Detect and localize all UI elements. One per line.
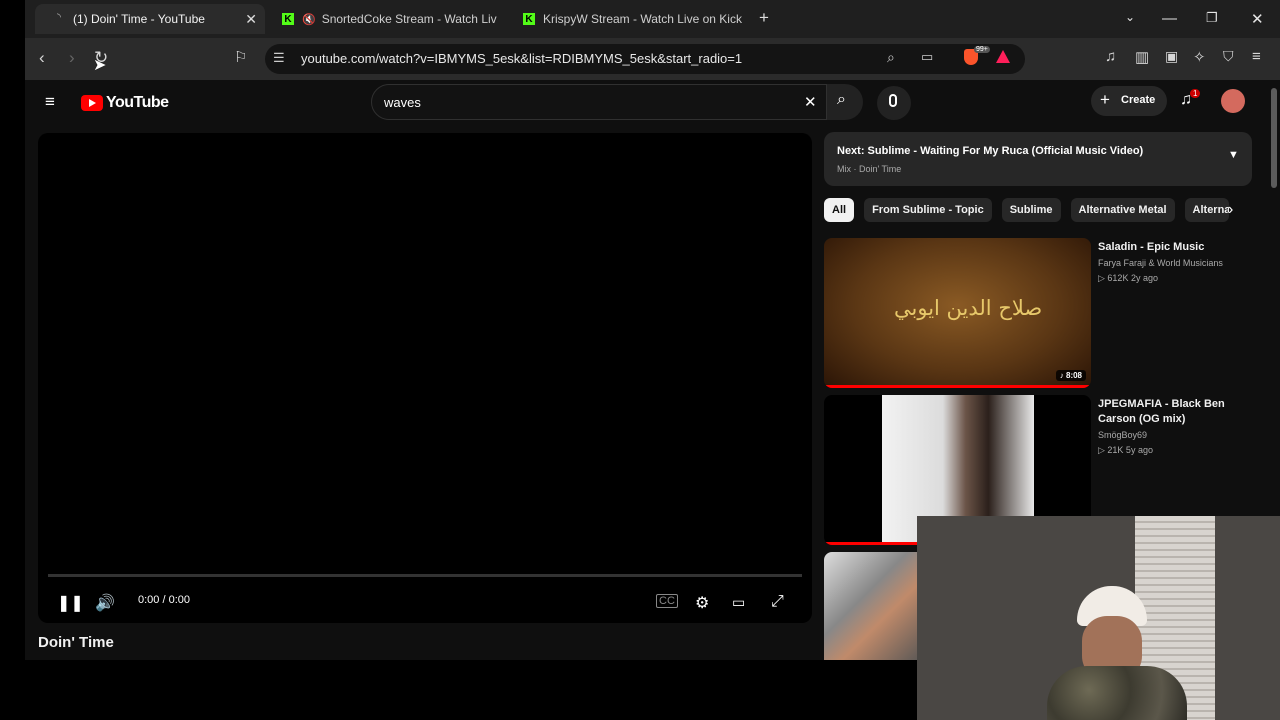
expand-chevron-icon[interactable]: ▼	[1228, 149, 1239, 161]
minimize-icon[interactable]: —	[1162, 10, 1177, 27]
video-thumbnail[interactable]	[824, 552, 924, 660]
hamburger-menu-icon[interactable]: ≡	[45, 92, 55, 112]
next-subtitle: Mix · Doin' Time	[837, 164, 902, 174]
filter-chips: All From Sublime - Topic Sublime Alterna…	[824, 198, 1229, 222]
address-bar[interactable]: ☰ youtube.com/watch?v=IBMYMS_5esk&list=R…	[265, 44, 1025, 74]
youtube-logo[interactable]: YouTube	[81, 94, 169, 112]
webcam-overlay	[917, 516, 1280, 720]
duration-badge: ♪ 8:08	[1055, 370, 1086, 381]
video-player[interactable]: ❚❚ 🔊 0:00 / 0:00 CC ⚙ ▭ ⤢	[38, 133, 812, 623]
clear-search-icon[interactable]: ✕	[804, 93, 817, 111]
brave-rewards-icon[interactable]	[996, 50, 1010, 63]
tab-title: KrispyW Stream - Watch Live on Kick	[543, 12, 742, 26]
tab-krispyw[interactable]: K KrispyW Stream - Watch Live on Kick	[523, 4, 743, 34]
video-title: Saladin - Epic Music	[1098, 241, 1205, 253]
tab-bar: ◝ (1) Doin' Time - YouTube ✕ K 🔇 Snorted…	[25, 0, 1280, 38]
screen: ◝ (1) Doin' Time - YouTube ✕ K 🔇 Snorted…	[0, 0, 1280, 720]
search-button[interactable]: ⌕	[827, 84, 863, 120]
notification-count: 1	[1190, 89, 1201, 98]
streamer-shirt	[1047, 666, 1187, 720]
recommendation-card[interactable]: صلاح الدين ايوبي ♪ 8:08 Saladin - Epic M…	[824, 238, 1254, 390]
next-title: Next: Sublime - Waiting For My Ruca (Off…	[837, 145, 1144, 157]
youtube-play-icon	[81, 95, 103, 111]
up-next-panel[interactable]: Next: Sublime - Waiting For My Ruca (Off…	[824, 132, 1252, 186]
create-label: Create	[1121, 94, 1156, 106]
search-box[interactable]: waves ✕	[371, 84, 827, 120]
back-arrow-icon[interactable]: ‹	[39, 48, 45, 68]
video-title: Doin' Time	[38, 634, 114, 651]
site-info-icon[interactable]: ☰	[273, 50, 285, 66]
browser-toolbar: ‹ › ↻ ⚐ ☰ youtube.com/watch?v=IBMYMS_5es…	[25, 38, 1280, 80]
zoom-icon[interactable]: ⌕	[887, 49, 895, 66]
settings-gear-icon[interactable]: ⚙	[695, 593, 709, 613]
channel-name: SmögBoy69	[1098, 430, 1148, 440]
tab-snortedcoke[interactable]: K 🔇 SnortedCoke Stream - Watch Live	[282, 4, 497, 34]
muted-icon: 🔇	[302, 13, 316, 26]
chip-sublime[interactable]: Sublime	[1001, 198, 1061, 222]
captions-icon[interactable]: CC	[656, 594, 678, 608]
voice-search-button[interactable]	[877, 86, 911, 120]
create-button[interactable]: + Create	[1091, 86, 1167, 116]
watch-progress	[824, 385, 1091, 388]
chip-alternative[interactable]: Alterna	[1184, 198, 1229, 222]
volume-icon[interactable]: 🔊	[95, 593, 115, 613]
leo-ai-icon[interactable]: ✧	[1193, 48, 1206, 66]
loading-spinner-icon: ◝	[57, 12, 61, 23]
restore-icon[interactable]: ❐	[1206, 10, 1218, 26]
thumbnail-calligraphy: صلاح الدين ايوبي	[894, 296, 1043, 320]
plus-icon: +	[1100, 90, 1110, 109]
microphone-icon	[889, 94, 897, 107]
tab-title: SnortedCoke Stream - Watch Live	[321, 12, 497, 26]
video-stats: ▷ 612K 2y ago	[1098, 273, 1158, 283]
mouse-cursor-icon: ➤	[93, 57, 107, 74]
media-icon[interactable]: ♫	[1105, 48, 1116, 65]
tab-title: (1) Doin' Time - YouTube	[73, 12, 205, 26]
progress-bar[interactable]	[48, 574, 802, 577]
time-display: 0:00 / 0:00	[138, 594, 190, 606]
chip-alternative-metal[interactable]: Alternative Metal	[1070, 198, 1175, 222]
video-title: JPEGMAFIA - Black Ben Carson (OG mix)	[1098, 398, 1225, 425]
close-window-icon[interactable]: ✕	[1251, 10, 1264, 28]
menu-icon[interactable]: ≡	[1252, 48, 1261, 65]
search-input[interactable]: waves	[384, 95, 421, 110]
theater-mode-icon[interactable]: ▭	[732, 594, 745, 611]
sidebar-icon[interactable]: ▥	[1135, 48, 1149, 66]
youtube-wordmark: YouTube	[106, 94, 169, 111]
video-stats: ▷ 21K 5y ago	[1098, 445, 1153, 455]
page-scrollbar[interactable]	[1271, 88, 1277, 188]
search-icon: ⌕	[837, 91, 846, 108]
kick-logo-icon: K	[282, 13, 294, 25]
url-text: youtube.com/watch?v=IBMYMS_5esk&list=RDI…	[301, 51, 743, 66]
avatar[interactable]	[1221, 89, 1245, 113]
wallet-icon[interactable]: ▣	[1165, 48, 1178, 65]
video-thumbnail[interactable]: صلاح الدين ايوبي ♪ 8:08	[824, 238, 1091, 388]
tab-youtube[interactable]: ◝ (1) Doin' Time - YouTube ✕	[35, 4, 265, 34]
kick-logo-icon: K	[523, 13, 535, 25]
forward-arrow-icon[interactable]: ›	[69, 48, 75, 68]
extension-badge: 99+	[974, 46, 990, 53]
bookmark-icon[interactable]: ⚐	[234, 48, 247, 66]
tab-search-icon[interactable]: ⌄	[1125, 10, 1135, 24]
new-tab-icon[interactable]: +	[759, 8, 769, 28]
channel-name: Farya Faraji & World Musicians	[1098, 258, 1223, 268]
vpn-icon[interactable]: ⛉	[1223, 48, 1234, 65]
close-tab-icon[interactable]: ✕	[245, 11, 257, 28]
fullscreen-icon[interactable]: ⤢	[771, 593, 784, 611]
chip-from-sublime[interactable]: From Sublime - Topic	[864, 198, 992, 222]
pause-icon[interactable]: ❚❚	[57, 593, 84, 613]
cast-icon[interactable]: ▭	[921, 49, 933, 65]
chips-next-icon[interactable]: ›	[1228, 201, 1233, 219]
chip-all[interactable]: All	[824, 198, 855, 222]
